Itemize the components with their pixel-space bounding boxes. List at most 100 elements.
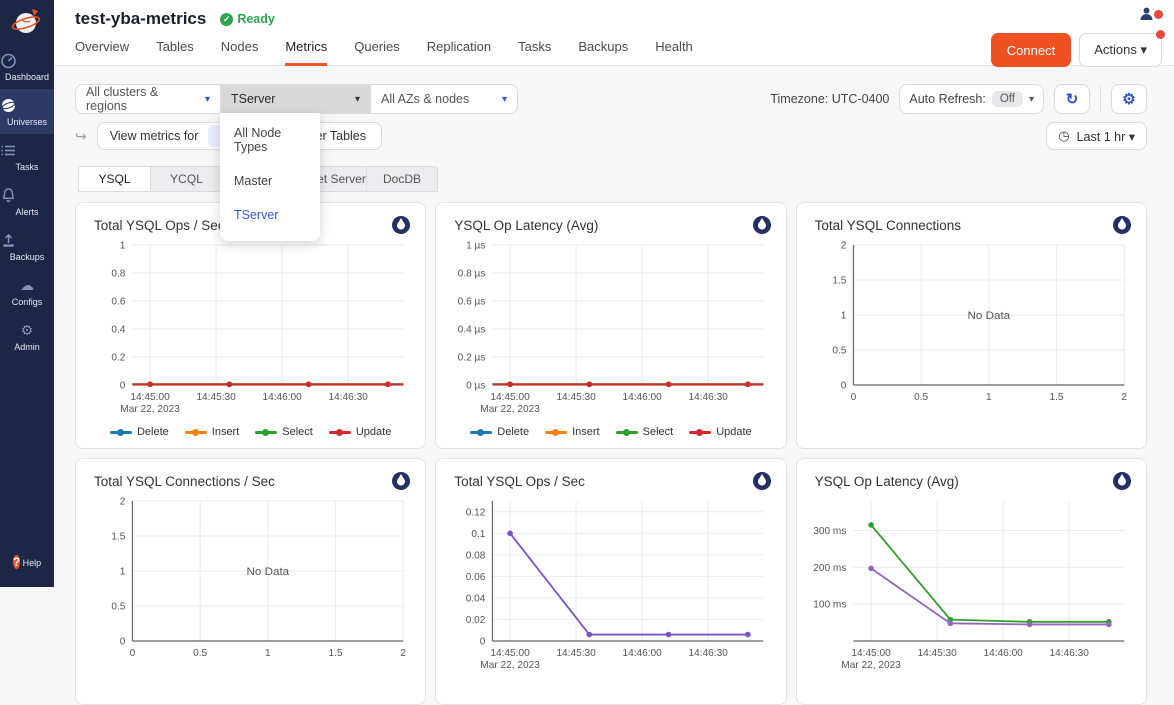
gear-icon: ⚙ xyxy=(1122,90,1135,108)
chevron-down-icon: ▾ xyxy=(502,94,507,105)
svg-text:200 ms: 200 ms xyxy=(813,563,846,574)
legend-item[interactable]: Update xyxy=(689,426,751,438)
svg-text:0.8: 0.8 xyxy=(111,269,125,280)
tab-health[interactable]: Health xyxy=(655,39,693,66)
svg-text:0.5: 0.5 xyxy=(111,602,125,613)
legend-item[interactable]: Update xyxy=(329,426,391,438)
gauge-icon xyxy=(0,52,54,69)
svg-text:0.04: 0.04 xyxy=(466,593,486,604)
svg-text:1.5: 1.5 xyxy=(329,648,343,659)
sidebar-item-tasks[interactable]: Tasks xyxy=(0,134,54,179)
clusters-select-value: All clusters & regions xyxy=(86,85,197,113)
svg-text:14:45:30: 14:45:30 xyxy=(196,392,236,403)
sidebar-item-admin[interactable]: ⚙ Admin xyxy=(0,314,54,359)
node-type-select-value: TServer xyxy=(231,92,275,106)
cloud-icon: ☁ xyxy=(0,277,54,294)
auto-refresh-value[interactable]: Off xyxy=(992,91,1023,107)
legend-marker xyxy=(110,431,132,434)
metric-tab-ycql[interactable]: YCQL xyxy=(150,166,222,192)
legend-item[interactable]: Insert xyxy=(545,426,600,438)
svg-text:0: 0 xyxy=(120,381,126,392)
svg-text:14:45:30: 14:45:30 xyxy=(557,648,597,659)
app-logo[interactable] xyxy=(0,0,54,44)
sidebar-item-configs[interactable]: ☁ Configs xyxy=(0,269,54,314)
tab-backups[interactable]: Backups xyxy=(578,39,628,66)
tab-nodes[interactable]: Nodes xyxy=(221,39,259,66)
legend-item[interactable]: Select xyxy=(616,426,674,438)
node-type-select[interactable]: TServer ▾ xyxy=(221,85,371,113)
node-type-menu: All Node Types Master TServer xyxy=(220,113,320,241)
sidebar-item-label: Universes xyxy=(7,117,47,127)
svg-text:14:46:00: 14:46:00 xyxy=(983,648,1023,659)
check-icon: ✓ xyxy=(220,13,233,26)
az-select[interactable]: All AZs & nodes ▾ xyxy=(371,85,517,113)
svg-text:14:46:00: 14:46:00 xyxy=(262,392,302,403)
svg-text:No Data: No Data xyxy=(247,566,290,578)
svg-text:1: 1 xyxy=(120,241,126,252)
legend-item[interactable]: Select xyxy=(255,426,313,438)
chart-title: YSQL Op Latency (Avg) xyxy=(815,474,959,489)
svg-text:0.6: 0.6 xyxy=(111,297,125,308)
legend-item[interactable]: Insert xyxy=(185,426,240,438)
svg-text:14:46:00: 14:46:00 xyxy=(623,392,663,403)
svg-text:14:46:30: 14:46:30 xyxy=(689,648,729,659)
actions-button[interactable]: Actions ▾ xyxy=(1079,33,1162,67)
auto-refresh-control[interactable]: Auto Refresh: Off ▾ xyxy=(899,84,1044,114)
svg-text:0: 0 xyxy=(130,648,136,659)
sidebar-item-help[interactable]: ? Help xyxy=(0,544,54,579)
clusters-select[interactable]: All clusters & regions ▾ xyxy=(76,85,221,113)
chart-canvas: 00.511.5200.511.52No Data xyxy=(809,237,1134,425)
legend-label: Update xyxy=(356,426,391,438)
actions-label: Actions ▾ xyxy=(1094,42,1147,57)
sidebar-item-alerts[interactable]: Alerts xyxy=(0,179,54,224)
tab-queries[interactable]: Queries xyxy=(354,39,400,66)
chart-title: Total YSQL Ops / Sec xyxy=(94,218,225,233)
header-buttons: Connect Actions ▾ xyxy=(991,33,1162,67)
legend-label: Select xyxy=(643,426,674,438)
svg-text:1.5: 1.5 xyxy=(111,532,125,543)
sidebar-item-universes[interactable]: Universes xyxy=(0,89,54,134)
legend-item[interactable]: Delete xyxy=(470,426,529,438)
sidebar-item-label: Backups xyxy=(10,252,45,262)
chevron-down-icon: ▾ xyxy=(205,94,210,105)
scope-select-group: All clusters & regions ▾ TServer ▾ All A… xyxy=(75,84,518,114)
refresh-button[interactable]: ↻ xyxy=(1054,84,1090,114)
status-text: Ready xyxy=(237,12,275,26)
menu-item-master[interactable]: Master xyxy=(220,164,320,198)
svg-text:0.06: 0.06 xyxy=(466,572,486,583)
universe-icon xyxy=(391,471,411,491)
chart-canvas: 0 µs0.2 µs0.4 µs0.6 µs0.8 µs1 µs14:45:00… xyxy=(448,237,773,425)
svg-text:0.12: 0.12 xyxy=(466,507,486,518)
hook-arrow-icon: ↪ xyxy=(75,128,87,145)
menu-item-all-node-types[interactable]: All Node Types xyxy=(220,116,320,164)
view-metrics-label: View metrics for xyxy=(100,129,209,143)
tab-tables[interactable]: Tables xyxy=(156,39,194,66)
page-title: test-yba-metrics xyxy=(75,9,206,29)
menu-item-tserver[interactable]: TServer xyxy=(220,198,320,232)
legend-item[interactable]: Delete xyxy=(110,426,169,438)
sidebar-item-label: Dashboard xyxy=(5,72,49,82)
bell-icon xyxy=(0,187,54,204)
tab-tasks[interactable]: Tasks xyxy=(518,39,551,66)
sidebar-item-dashboard[interactable]: Dashboard xyxy=(0,44,54,89)
sidebar-item-backups[interactable]: Backups xyxy=(0,224,54,269)
chart-card: Total YSQL Connections 00.511.5200.511.5… xyxy=(796,202,1147,449)
user-menu[interactable]: ▾ xyxy=(1139,6,1162,21)
svg-text:0.5: 0.5 xyxy=(914,392,928,403)
metric-tab-docdb[interactable]: DocDB xyxy=(366,166,438,192)
tab-overview[interactable]: Overview xyxy=(75,39,129,66)
svg-text:14:45:00: 14:45:00 xyxy=(851,648,891,659)
tab-replication[interactable]: Replication xyxy=(427,39,491,66)
time-range-button[interactable]: ◷ Last 1 hr ▾ xyxy=(1046,122,1147,150)
clock-icon: ◷ xyxy=(1058,128,1069,144)
tab-metrics[interactable]: Metrics xyxy=(285,39,327,66)
connect-button[interactable]: Connect xyxy=(991,33,1071,67)
metric-tab-ysql[interactable]: YSQL xyxy=(78,166,150,192)
settings-button[interactable]: ⚙ xyxy=(1111,84,1147,114)
chart-title: Total YSQL Connections xyxy=(815,218,961,233)
legend-marker xyxy=(470,431,492,434)
svg-text:14:46:30: 14:46:30 xyxy=(329,392,369,403)
globe-icon xyxy=(0,97,54,114)
sidebar: Dashboard Universes Tasks Alerts Backups… xyxy=(0,0,54,587)
notification-dot xyxy=(1154,10,1163,19)
